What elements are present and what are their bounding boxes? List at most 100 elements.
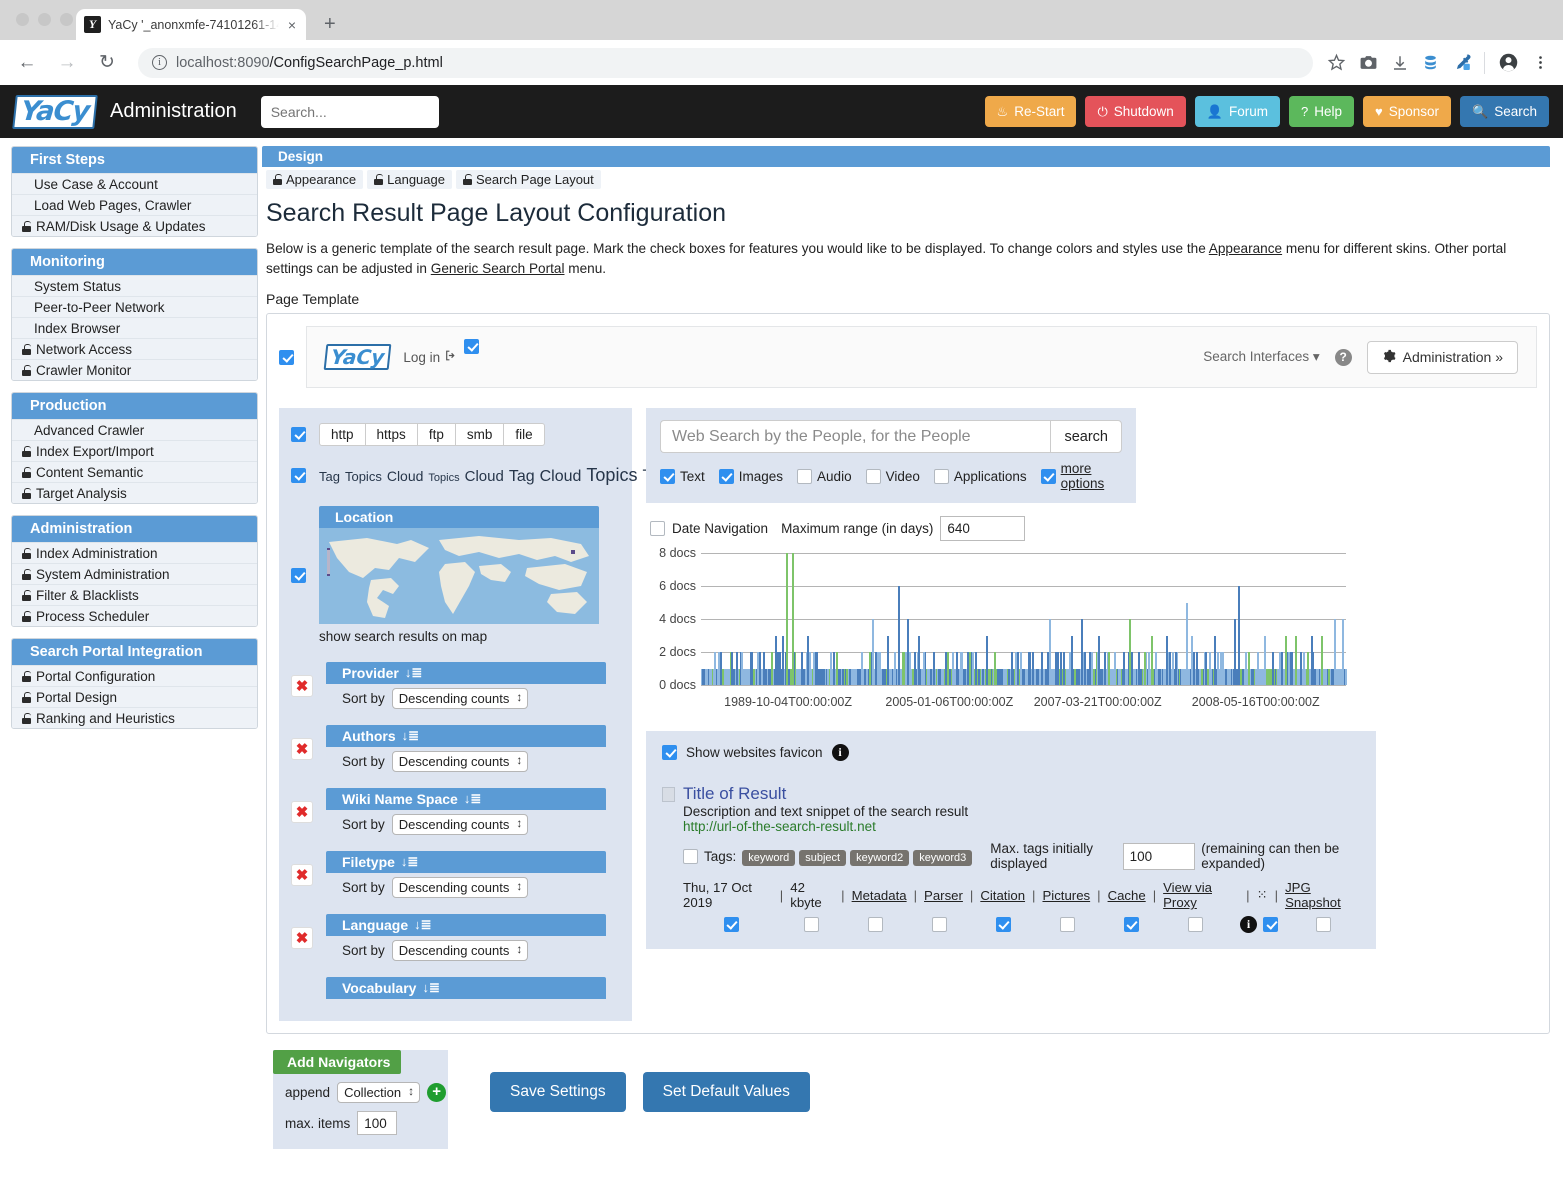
navigator-sort-select[interactable]: Descending counts xyxy=(392,877,529,898)
protocol-tab-smb[interactable]: smb xyxy=(455,423,505,446)
search-interfaces-dropdown[interactable]: Search Interfaces ▾ xyxy=(1203,349,1319,365)
set-default-values-button[interactable]: Set Default Values xyxy=(643,1072,810,1112)
profile-avatar-icon[interactable] xyxy=(1498,52,1519,73)
tag-cloud-item[interactable]: Tag xyxy=(319,469,340,484)
close-window-button[interactable] xyxy=(16,13,29,26)
chrome-menu-icon[interactable] xyxy=(1532,54,1549,71)
kind-checkbox-images[interactable] xyxy=(719,469,734,484)
sidebar-item-ranking-and-heuristics[interactable]: Ranking and Heuristics xyxy=(12,707,257,728)
meta-checkbox[interactable] xyxy=(1263,917,1278,932)
sort-descending-icon[interactable]: ↓≣ xyxy=(414,917,431,933)
tag-cloud-item[interactable]: Tag xyxy=(509,468,535,485)
navigator-sort-select[interactable]: Descending counts xyxy=(392,940,529,961)
sidebar-item-index-administration[interactable]: Index Administration xyxy=(12,542,257,563)
header-enable-checkbox[interactable] xyxy=(279,350,294,365)
kind-checkbox-applications[interactable] xyxy=(934,469,949,484)
topbar-button-search[interactable]: 🔍Search xyxy=(1460,96,1549,127)
meta-item-metadata[interactable]: Metadata xyxy=(852,888,907,903)
info-icon[interactable]: i xyxy=(832,744,849,761)
tag-chip[interactable]: keyword3 xyxy=(913,850,972,866)
meta-checkbox[interactable] xyxy=(804,917,819,932)
tag-chip[interactable]: subject xyxy=(799,850,846,866)
protocol-tab-file[interactable]: file xyxy=(503,423,544,446)
kind-checkbox-video[interactable] xyxy=(866,469,881,484)
tag-cloud-item[interactable]: Topics xyxy=(428,472,459,484)
remove-navigator-button[interactable]: ✖ xyxy=(291,675,313,697)
meta-item-view-via-proxy[interactable]: View via Proxy xyxy=(1163,880,1239,910)
tab-appearance[interactable]: Appearance xyxy=(266,170,363,189)
bookmark-star-icon[interactable] xyxy=(1327,53,1346,72)
generic-search-portal-link[interactable]: Generic Search Portal xyxy=(431,261,565,276)
meta-item-pictures[interactable]: Pictures xyxy=(1042,888,1090,903)
tag-cloud-item[interactable]: Cloud xyxy=(465,468,504,485)
sort-descending-icon[interactable]: ↓≣ xyxy=(464,791,481,807)
protocol-tab-https[interactable]: https xyxy=(365,423,418,446)
sort-descending-icon[interactable]: ↓≣ xyxy=(402,728,419,744)
remove-navigator-button[interactable]: ✖ xyxy=(291,801,313,823)
max-items-input[interactable]: 100 xyxy=(357,1111,397,1135)
sidebar-item-index-export-import[interactable]: Index Export/Import xyxy=(12,440,257,461)
help-circle-icon[interactable]: ? xyxy=(1335,349,1352,366)
search-submit-button[interactable]: search xyxy=(1050,420,1122,453)
sidebar-item-load-web-pages-crawler[interactable]: Load Web Pages, Crawler xyxy=(12,194,257,215)
meta-checkbox[interactable] xyxy=(1316,917,1331,932)
remove-navigator-button[interactable]: ✖ xyxy=(291,927,313,949)
reload-button[interactable]: ↻ xyxy=(90,46,124,80)
tagcloud-facet-checkbox[interactable] xyxy=(291,468,306,483)
remove-navigator-button[interactable]: ✖ xyxy=(291,738,313,760)
tag-cloud-item[interactable]: Cloud xyxy=(540,468,582,485)
sort-descending-icon[interactable]: ↓≣ xyxy=(422,980,439,996)
sidebar-item-advanced-crawler[interactable]: Advanced Crawler xyxy=(12,419,257,440)
back-button[interactable]: ← xyxy=(10,46,44,80)
sidebar-item-content-semantic[interactable]: Content Semantic xyxy=(12,461,257,482)
sidebar-item-peer-to-peer-network[interactable]: Peer-to-Peer Network xyxy=(12,296,257,317)
tag-cloud-item[interactable]: Topics xyxy=(345,469,382,484)
site-info-icon[interactable]: i xyxy=(152,55,167,70)
top-search-input[interactable] xyxy=(261,96,439,128)
sidebar-item-index-browser[interactable]: Index Browser xyxy=(12,317,257,338)
sidebar-item-target-analysis[interactable]: Target Analysis xyxy=(12,482,257,503)
result-title[interactable]: Title of Result xyxy=(683,784,786,804)
result-url[interactable]: http://url-of-the-search-result.net xyxy=(683,819,1360,834)
tag-cloud-item[interactable]: Cloud xyxy=(387,468,424,484)
navigator-sort-select[interactable]: Descending counts xyxy=(392,751,529,772)
meta-checkbox[interactable] xyxy=(1124,917,1139,932)
append-select[interactable]: Collection xyxy=(337,1082,420,1103)
login-link[interactable]: Log in xyxy=(403,349,457,365)
kind-checkbox-text[interactable] xyxy=(660,469,675,484)
location-facet-checkbox[interactable] xyxy=(291,568,306,583)
meta-item-citation[interactable]: Citation xyxy=(980,888,1025,903)
sidebar-item-portal-design[interactable]: Portal Design xyxy=(12,686,257,707)
date-navigation-checkbox[interactable] xyxy=(650,521,665,536)
sidebar-item-filter-blacklists[interactable]: Filter & Blacklists xyxy=(12,584,257,605)
more-options-checkbox[interactable] xyxy=(1041,469,1056,484)
tab-search-page-layout[interactable]: Search Page Layout xyxy=(456,170,601,189)
navigator-sort-select[interactable]: Descending counts xyxy=(392,688,529,709)
tags-checkbox[interactable] xyxy=(683,849,698,864)
meta-item-parser[interactable]: Parser xyxy=(924,888,963,903)
kind-checkbox-audio[interactable] xyxy=(797,469,812,484)
meta-checkbox[interactable] xyxy=(868,917,883,932)
login-enable-checkbox[interactable] xyxy=(464,339,479,354)
browser-tab[interactable]: Y YaCy '_anonxmfe-74101261-14 × xyxy=(76,9,306,40)
sidebar-item-portal-configuration[interactable]: Portal Configuration xyxy=(12,665,257,686)
topbar-button-sponsor[interactable]: ♥Sponsor xyxy=(1363,96,1451,127)
more-options-link[interactable]: more options xyxy=(1061,461,1122,491)
info-icon[interactable]: i xyxy=(1240,916,1257,933)
yacy-logo[interactable]: YaCy xyxy=(12,95,98,129)
topbar-button-help[interactable]: ?Help xyxy=(1289,96,1354,127)
max-range-input[interactable]: 640 xyxy=(940,516,1025,541)
sidebar-item-process-scheduler[interactable]: Process Scheduler xyxy=(12,605,257,626)
download-icon[interactable] xyxy=(1391,54,1409,72)
meta-checkbox[interactable] xyxy=(1188,917,1203,932)
meta-item-cache[interactable]: Cache xyxy=(1108,888,1146,903)
database-extension-icon[interactable] xyxy=(1422,54,1439,71)
search-input[interactable]: Web Search by the People, for the People xyxy=(660,420,1050,453)
topbar-button-forum[interactable]: 👤Forum xyxy=(1195,96,1280,127)
appearance-link[interactable]: Appearance xyxy=(1209,241,1282,256)
sidebar-item-system-administration[interactable]: System Administration xyxy=(12,563,257,584)
tag-chip[interactable]: keyword xyxy=(742,850,795,866)
show-favicon-checkbox[interactable] xyxy=(662,745,677,760)
minimize-window-button[interactable] xyxy=(38,13,51,26)
eyedropper-extension-icon[interactable] xyxy=(1452,53,1471,72)
